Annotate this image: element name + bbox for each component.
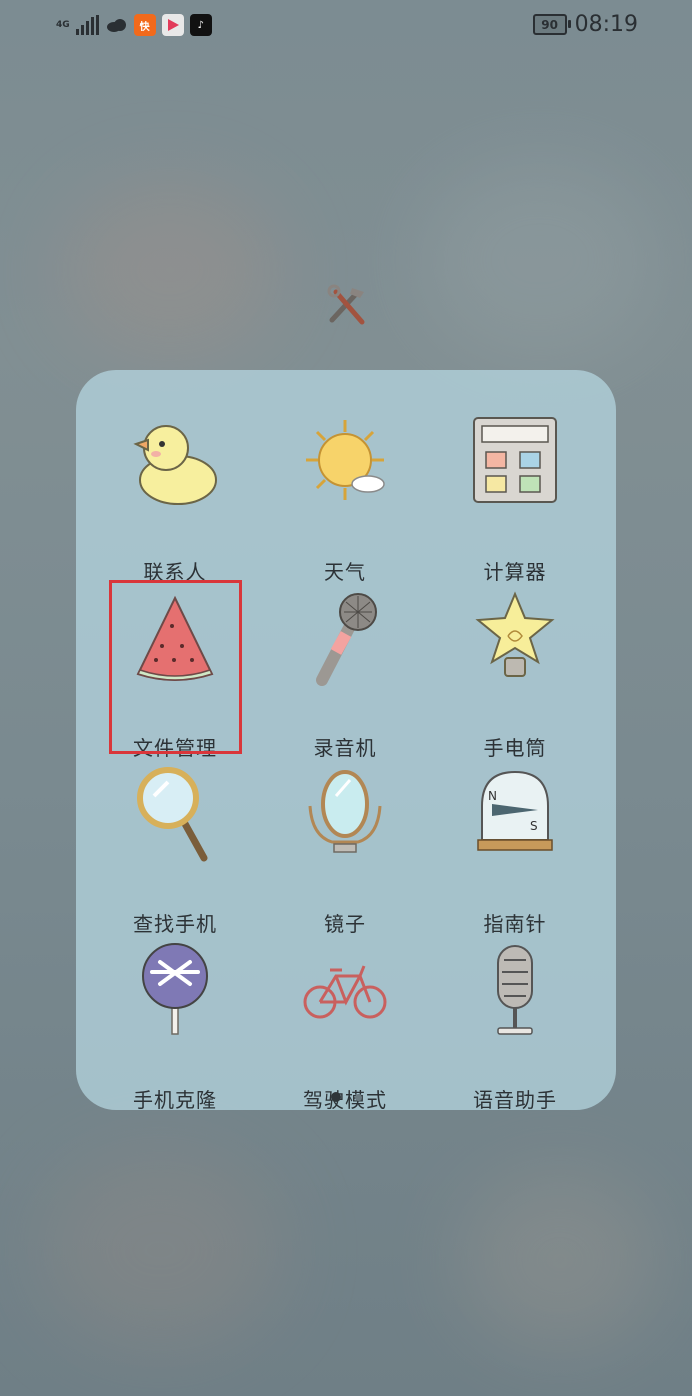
calculator-icon	[473, 417, 557, 503]
app-folder: 联系人 天气 计算器 文件管理 录音机 手电筒 查找手机 镜子 N S 指南针 …	[76, 370, 616, 1112]
page-dot-active	[330, 1092, 341, 1102]
sun-cloud-icon	[306, 420, 385, 500]
page-dot	[354, 1094, 362, 1101]
highlight-box	[109, 580, 242, 754]
page-indicator[interactable]	[76, 1092, 616, 1102]
bicycle-icon	[303, 965, 387, 1019]
lightbulb-star-icon	[475, 591, 555, 677]
clock: 08:19	[574, 12, 638, 37]
app-calculator[interactable]: 计算器	[430, 404, 600, 584]
compass-icon: N S	[477, 770, 553, 851]
fan-icon	[142, 943, 208, 1035]
vintage-mic-icon	[497, 945, 533, 1035]
status-bar: 4G 快 ♪ 90 08:19	[0, 0, 692, 52]
tiktok-icon: ♪	[189, 14, 212, 36]
kuaishou-app-icon: 快	[133, 14, 156, 36]
signal-icon	[75, 15, 99, 35]
app-mirror[interactable]: 镜子	[260, 756, 430, 936]
tools-icon	[327, 284, 365, 325]
app-find-phone[interactable]: 查找手机	[90, 756, 260, 936]
mirror-icon	[308, 770, 382, 853]
app-recorder[interactable]: 录音机	[260, 580, 430, 760]
app-compass[interactable]: N S 指南针	[430, 756, 600, 936]
video-app-icon	[161, 14, 184, 36]
network-type: 4G	[56, 19, 70, 30]
app-flashlight[interactable]: 手电筒	[430, 580, 600, 760]
app-phone-clone[interactable]: 手机克隆	[90, 932, 260, 1112]
app-weather[interactable]: 天气	[260, 404, 430, 584]
app-grid: 联系人 天气 计算器 文件管理 录音机 手电筒 查找手机 镜子 N S 指南针 …	[76, 370, 616, 1112]
status-icons-right: 90 08:19	[532, 12, 638, 37]
app-contacts[interactable]: 联系人	[90, 404, 260, 584]
cloud-icon	[106, 19, 126, 32]
status-icons-left: 4G 快 ♪	[56, 14, 212, 36]
svg-text:S: S	[530, 819, 538, 833]
battery-icon: 90	[532, 14, 571, 35]
magnifier-icon	[137, 767, 208, 862]
microphone-icon	[316, 593, 377, 686]
app-voice-assistant[interactable]: 语音助手	[430, 932, 600, 1112]
svg-text:N: N	[488, 789, 497, 803]
duck-icon	[133, 425, 217, 505]
app-driving-mode[interactable]: 驾驶模式	[260, 932, 430, 1112]
